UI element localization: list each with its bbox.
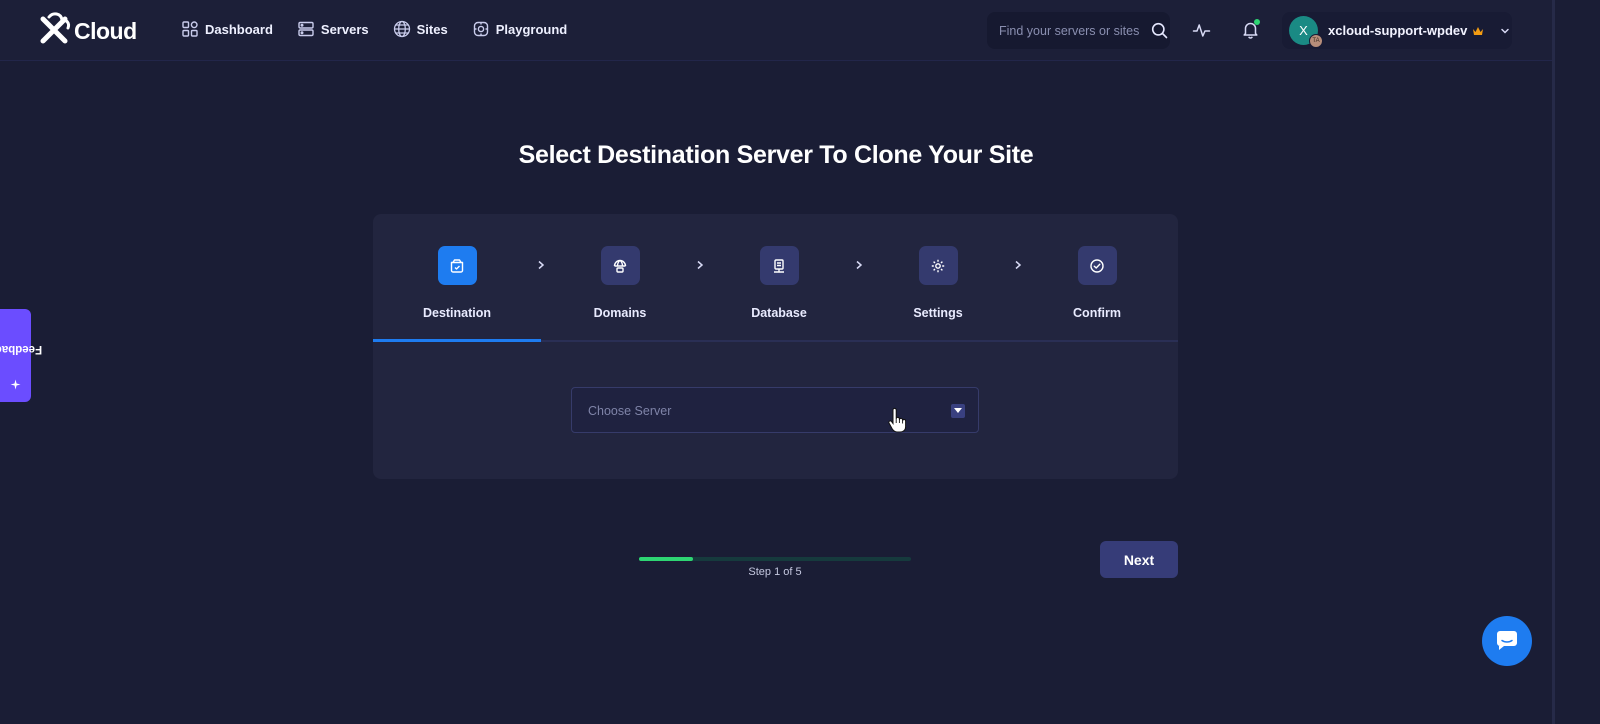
dropdown-caret-icon: [951, 404, 965, 418]
step-confirm-icon-box: [1077, 246, 1117, 285]
username: xcloud-support-wpdev: [1328, 23, 1468, 38]
gear-icon: [931, 259, 945, 272]
step-settings[interactable]: Settings: [868, 246, 1008, 320]
crown-icon: [1473, 26, 1484, 35]
step-database-icon-box: [759, 246, 799, 285]
feedback-tab[interactable]: Feedback: [0, 309, 42, 402]
activity-pulse-icon[interactable]: [1192, 21, 1211, 40]
nav-sites-label: Sites: [416, 21, 448, 37]
avatar: X TA: [1289, 16, 1323, 48]
nav-sites[interactable]: Sites: [393, 20, 448, 38]
hand-cursor-icon: [888, 407, 906, 433]
wizard-stepper: Destination Domains Database Settings Co…: [373, 214, 1178, 342]
progress-step-text: Step 1 of 5: [748, 566, 802, 578]
step-settings-icon-box: [918, 246, 958, 285]
nav-playground-label: Playground: [495, 21, 568, 37]
search-icon[interactable]: [1151, 22, 1168, 39]
dashboard-icon: [182, 21, 198, 37]
active-step-indicator: [373, 339, 541, 342]
step-domains-icon-box: [600, 246, 640, 285]
chevron-right-icon: [1015, 260, 1022, 270]
feedback-label: Feedback: [0, 342, 43, 355]
step-database[interactable]: Database: [709, 246, 849, 320]
clone-wizard-card: Destination Domains Database Settings Co…: [373, 214, 1178, 479]
avatar-initial: X: [1299, 23, 1308, 38]
search-input[interactable]: [999, 23, 1147, 38]
top-navigation-bar: Cloud Dashboard Servers Sites Playground…: [0, 0, 1552, 61]
check-circle-icon: [1090, 258, 1104, 273]
step-confirm[interactable]: Confirm: [1027, 246, 1167, 320]
main-nav: Dashboard Servers Sites Playground: [181, 20, 591, 38]
chevron-right-icon: [538, 260, 545, 270]
destination-icon: [450, 258, 464, 273]
next-button[interactable]: Next: [1100, 541, 1178, 578]
globe-icon: [393, 20, 410, 38]
step-destination-label: Destination: [422, 306, 492, 320]
playground-icon: [473, 21, 488, 37]
search-box: [987, 12, 1170, 49]
step-domains[interactable]: Domains: [550, 246, 690, 320]
step-confirm-label: Confirm: [1073, 306, 1121, 320]
database-icon: [774, 258, 784, 273]
server-select-dropdown[interactable]: Choose Server: [571, 387, 979, 433]
scrollbar[interactable]: [1552, 0, 1555, 724]
user-menu[interactable]: X TA xcloud-support-wpdev: [1282, 12, 1512, 49]
page-scroll-area: [1552, 0, 1600, 724]
nav-servers-label: Servers: [320, 21, 369, 37]
brand-name: Cloud: [74, 17, 137, 44]
nav-servers[interactable]: Servers: [297, 20, 369, 38]
xcloud-logo-icon: [40, 12, 70, 44]
step-destination-icon-box: [437, 246, 477, 285]
step-database-label: Database: [751, 306, 807, 320]
live-chat-button[interactable]: [1482, 616, 1532, 666]
team-avatar-badge: TA: [1309, 34, 1323, 48]
notification-indicator: [1254, 19, 1260, 25]
chevron-right-icon: [697, 260, 704, 270]
chevron-down-icon: [1501, 28, 1510, 34]
nav-dashboard-label: Dashboard: [205, 21, 273, 37]
step-settings-label: Settings: [913, 306, 963, 320]
nav-playground[interactable]: Playground: [472, 20, 568, 38]
page-title: Select Destination Server To Clone Your …: [518, 141, 1034, 169]
chevron-right-icon: [856, 260, 863, 270]
wizard-progress-bar: [639, 557, 911, 561]
servers-icon: [298, 21, 314, 37]
progress-fill: [639, 557, 694, 561]
step-destination[interactable]: Destination: [387, 246, 527, 320]
nav-dashboard[interactable]: Dashboard: [181, 20, 273, 38]
domains-icon: [613, 259, 627, 273]
xcloud-logo[interactable]: Cloud: [37, 11, 137, 47]
step-domains-label: Domains: [593, 306, 647, 320]
chat-bubble-icon: [1497, 631, 1517, 650]
server-select-placeholder: Choose Server: [588, 404, 672, 418]
sparkle-icon: [10, 379, 21, 390]
